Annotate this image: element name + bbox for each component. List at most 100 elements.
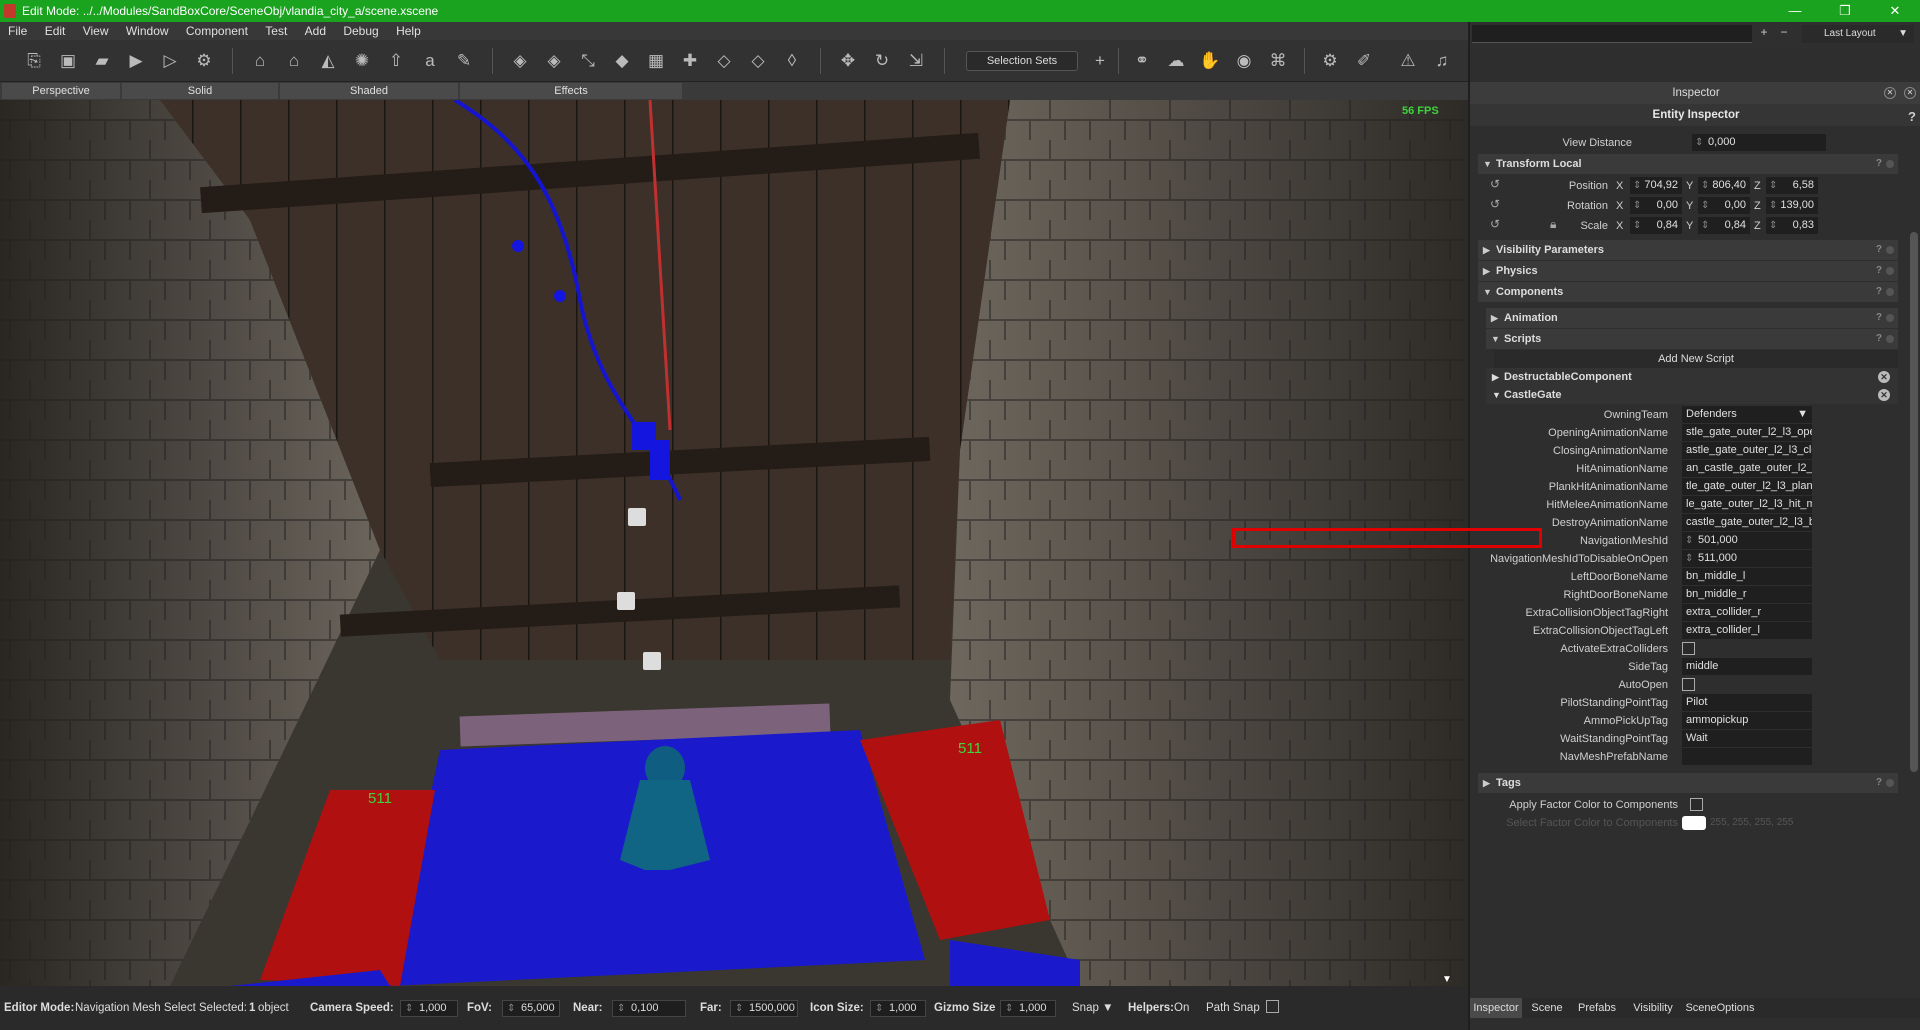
remove-script-icon[interactable]: ✕	[1878, 371, 1890, 383]
right-door-bone-field[interactable]: bn_middle_r	[1682, 586, 1812, 603]
open-folder-icon[interactable]: ▰	[90, 49, 114, 73]
toggle-dot-icon[interactable]	[1886, 160, 1894, 168]
menu-test[interactable]: Test	[265, 24, 287, 38]
wire-cube-alt-icon[interactable]: ◇	[746, 49, 770, 73]
destroy-anim-field[interactable]: castle_gate_outer_l2_l3_break	[1682, 514, 1812, 531]
menu-component[interactable]: Component	[186, 24, 248, 38]
section-scripts[interactable]: ▼ Scripts?	[1486, 329, 1898, 349]
pin-icon[interactable]: ✕	[1884, 87, 1896, 99]
gizmo-size-field[interactable]: 1,000	[1000, 1000, 1056, 1017]
cube-small-icon[interactable]: ◆	[610, 49, 634, 73]
ruler-icon[interactable]: ✐	[1352, 49, 1376, 73]
tab-effects[interactable]: Effects	[460, 83, 682, 99]
cube-plus-icon[interactable]: ◈	[542, 49, 566, 73]
helpers-value[interactable]: On	[1174, 986, 1189, 1030]
extra-col-left-field[interactable]: extra_collider_l	[1682, 622, 1812, 639]
fov-field[interactable]: 65,000	[502, 1000, 560, 1017]
layout-dropdown[interactable]: Last Layout ▼	[1802, 25, 1914, 43]
nav-mesh-id-disable-field[interactable]: 511,000	[1682, 550, 1812, 567]
viewport-expand-icon[interactable]: ▼	[1442, 974, 1452, 985]
section-physics[interactable]: ▶ Physics?	[1478, 261, 1898, 281]
menu-debug[interactable]: Debug	[343, 24, 378, 38]
snap-dropdown[interactable]: Snap ▼	[1072, 986, 1113, 1030]
reset-icon[interactable]: ↺	[1490, 177, 1500, 191]
rotation-y-field[interactable]: 0,00	[1698, 197, 1750, 214]
menu-window[interactable]: Window	[126, 24, 169, 38]
path-snap-checkbox[interactable]	[1266, 1000, 1279, 1013]
pilot-tag-field[interactable]: Pilot	[1682, 694, 1812, 711]
nav-mesh-id-field[interactable]: 501,000	[1682, 532, 1812, 549]
toggle-dot-icon[interactable]	[1886, 335, 1894, 343]
mesh-icon[interactable]: ▦	[644, 49, 668, 73]
gear-icon[interactable]: ⚙	[1318, 49, 1342, 73]
menu-help[interactable]: Help	[396, 24, 421, 38]
scale-x-field[interactable]: 0,84	[1630, 217, 1682, 234]
tab-scene[interactable]: Scene	[1526, 998, 1568, 1018]
toggle-dot-icon[interactable]	[1886, 314, 1894, 322]
help-icon[interactable]: ?	[1876, 261, 1882, 281]
section-visibility[interactable]: ▶ Visibility Parameters?	[1478, 240, 1898, 260]
tab-prefabs[interactable]: Prefabs	[1572, 998, 1622, 1018]
tab-perspective[interactable]: Perspective	[2, 83, 120, 99]
help-icon[interactable]: ?	[1876, 154, 1882, 174]
help-icon[interactable]: ?	[1876, 773, 1882, 793]
add-layout-icon[interactable]: +	[1756, 25, 1772, 43]
terrain-icon[interactable]: ◭	[316, 49, 340, 73]
menu-add[interactable]: Add	[305, 24, 326, 38]
icon-size-field[interactable]: 1,000	[870, 1000, 926, 1017]
play-outline-icon[interactable]: ▷	[158, 49, 182, 73]
ammo-tag-field[interactable]: ammopickup	[1682, 712, 1812, 729]
remove-script-icon[interactable]: ✕	[1878, 389, 1890, 401]
toggle-dot-icon[interactable]	[1886, 267, 1894, 275]
camera-speed-field[interactable]: 1,000	[400, 1000, 458, 1017]
auto-open-checkbox[interactable]	[1682, 678, 1695, 691]
extra-col-right-field[interactable]: extra_collider_r	[1682, 604, 1812, 621]
section-animation[interactable]: ▶ Animation?	[1486, 308, 1898, 328]
hit-melee-anim-field[interactable]: le_gate_outer_l2_l3_hit_melee	[1682, 496, 1812, 513]
activate-extra-checkbox[interactable]	[1682, 642, 1695, 655]
factor-color-swatch[interactable]	[1682, 816, 1706, 830]
navmesh-icon[interactable]: ◊	[780, 49, 804, 73]
scale-z-field[interactable]: 0,83	[1766, 217, 1818, 234]
play-icon[interactable]: ▶	[124, 49, 148, 73]
tab-visibility[interactable]: Visibility	[1626, 998, 1680, 1018]
move-icon[interactable]: ✥	[836, 49, 860, 73]
closing-anim-field[interactable]: astle_gate_outer_l2_l3_closing	[1682, 442, 1812, 459]
menu-view[interactable]: View	[83, 24, 109, 38]
close-panel-icon[interactable]: ✕	[1904, 87, 1916, 99]
side-tag-field[interactable]: middle	[1682, 658, 1812, 675]
puzzle-icon[interactable]: ✚	[678, 49, 702, 73]
wire-cube-icon[interactable]: ◇	[712, 49, 736, 73]
eye-icon[interactable]: ◉	[1232, 49, 1256, 73]
layout-name-field[interactable]	[1472, 25, 1752, 43]
wait-tag-field[interactable]: Wait	[1682, 730, 1812, 747]
help-icon[interactable]: ?	[1876, 329, 1882, 349]
menu-edit[interactable]: Edit	[45, 24, 66, 38]
add-selection-set-icon[interactable]: +	[1088, 49, 1112, 73]
opening-anim-field[interactable]: stle_gate_outer_l2_l3_opening	[1682, 424, 1812, 441]
position-y-field[interactable]: 806,40	[1698, 177, 1750, 194]
script-destructable[interactable]: ▶ DestructableComponent ✕	[1486, 368, 1898, 386]
tab-solid[interactable]: Solid	[122, 83, 278, 99]
toggle-dot-icon[interactable]	[1886, 288, 1894, 296]
inspector-scrollbar[interactable]	[1910, 232, 1918, 772]
apply-factor-checkbox[interactable]	[1690, 798, 1703, 811]
path-icon[interactable]: ✺	[350, 49, 374, 73]
gi-icon[interactable]: ⌘	[1266, 49, 1290, 73]
cube-icon[interactable]: ◈	[508, 49, 532, 73]
owning-team-select[interactable]: Defenders ▼	[1682, 406, 1812, 423]
new-scene-icon[interactable]: ⎘	[22, 49, 46, 73]
section-tags[interactable]: ▶ Tags?	[1478, 773, 1898, 793]
rotation-x-field[interactable]: 0,00	[1630, 197, 1682, 214]
remove-layout-icon[interactable]: −	[1776, 25, 1792, 43]
build-icon[interactable]: ⚙	[192, 49, 216, 73]
plank-hit-anim-field[interactable]: tle_gate_outer_l2_l3_plank_hit	[1682, 478, 1812, 495]
warning-icon[interactable]: ⚠	[1396, 49, 1420, 73]
reset-icon[interactable]: ↺	[1490, 217, 1500, 231]
house-alt-icon[interactable]: ⌂	[282, 49, 306, 73]
far-field[interactable]: 1500,000	[730, 1000, 798, 1017]
hit-anim-field[interactable]: an_castle_gate_outer_l2_l3_hit	[1682, 460, 1812, 477]
add-new-script-button[interactable]: Add New Script	[1494, 350, 1898, 368]
hand-icon[interactable]: ✋	[1198, 49, 1222, 73]
help-icon[interactable]: ?	[1876, 240, 1882, 260]
